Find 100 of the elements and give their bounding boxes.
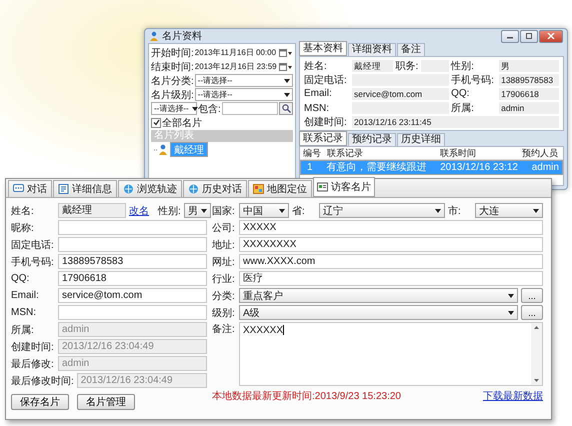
action-button[interactable]: 保存名片: [11, 394, 69, 410]
field-label: 创建时间:: [11, 340, 55, 354]
field-label: 网址:: [212, 256, 236, 268]
input-field[interactable]: XXXXXXXX: [239, 237, 543, 252]
tab[interactable]: 预约记录: [348, 133, 396, 146]
read-only-field: 13889578583: [499, 74, 559, 86]
column-header[interactable]: 联系时间: [437, 147, 519, 159]
field-label: 行业:: [212, 272, 236, 286]
field-label: 备注:: [212, 322, 236, 336]
map-icon: [253, 184, 264, 194]
input-field[interactable]: XXXXX: [239, 220, 543, 235]
minimize-button[interactable]: [501, 30, 519, 42]
field-label: 职务:: [395, 60, 420, 73]
scrollbar[interactable]: [531, 323, 542, 385]
input-field[interactable]: [58, 220, 207, 235]
maximize-button[interactable]: [520, 30, 538, 42]
input-field[interactable]: www.XXXX.com: [239, 254, 543, 269]
more-button[interactable]: ...: [521, 305, 543, 320]
globe-icon: [123, 184, 134, 194]
filter-select[interactable]: --请选择--: [194, 88, 293, 101]
field-label: 公司:: [212, 222, 236, 234]
contains-label: 包含:: [198, 102, 221, 116]
location-select[interactable]: 大连: [475, 203, 543, 218]
filter-select[interactable]: --请选择--: [194, 74, 293, 87]
input-field[interactable]: 13889578583: [58, 254, 207, 269]
field-label: 创建时间:: [304, 116, 348, 129]
caret-icon: [508, 294, 514, 298]
column-header[interactable]: 联系记录: [324, 147, 437, 159]
tab[interactable]: 备注: [397, 43, 425, 56]
field-label: QQ:: [451, 88, 470, 99]
read-only-field: 17906618: [499, 88, 559, 100]
search-button[interactable]: [279, 102, 293, 115]
scroll-down-icon[interactable]: [534, 379, 539, 382]
column-header[interactable]: 预约人员: [519, 147, 563, 159]
more-button[interactable]: ...: [521, 288, 543, 303]
checkbox-label: 全部名片: [162, 116, 202, 130]
calendar-icon[interactable]: [279, 62, 293, 72]
column-header[interactable]: 编号: [300, 147, 324, 159]
maximize-icon: [525, 33, 533, 39]
speech-bubble-icon: [13, 184, 24, 194]
caret-icon: [192, 106, 198, 110]
close-button[interactable]: [539, 30, 563, 42]
read-only-field: 男: [499, 60, 559, 72]
read-only-field: service@tom.com: [352, 88, 450, 100]
caret-icon: [284, 78, 290, 82]
card-icon: [317, 182, 328, 192]
date-field[interactable]: 2013年12月16日 23:59: [194, 61, 278, 72]
tab[interactable]: 浏览轨迹: [118, 180, 182, 197]
field-label: 姓名:: [304, 60, 328, 73]
download-link[interactable]: 下载最新数据: [483, 388, 543, 402]
date-field[interactable]: 2013年11月16日 00:00: [194, 47, 278, 58]
location-select[interactable]: 辽宁: [319, 203, 445, 218]
tab[interactable]: 详细资料: [348, 43, 396, 56]
field-label: 固定电话:: [304, 74, 348, 87]
field-label: 地址:: [212, 238, 236, 252]
field-label: MSN:: [11, 307, 37, 318]
input-field[interactable]: service@tom.com: [58, 288, 207, 303]
tab[interactable]: 历史详细: [397, 133, 445, 146]
caret-icon: [533, 208, 539, 212]
filter-label: 名片分类:: [151, 74, 194, 88]
dropdown[interactable]: 重点客户: [239, 288, 518, 303]
person-icon: [154, 144, 168, 155]
field-label: QQ:: [11, 273, 30, 284]
input-field[interactable]: 医疗: [239, 271, 543, 286]
tab[interactable]: 对话: [8, 180, 52, 197]
tab[interactable]: 详细信息: [53, 180, 117, 197]
read-only-field: 2013/12/16 23:11:45: [352, 116, 559, 128]
status-text: 本地数据最新更新时间:2013/9/23 15:23:20: [212, 390, 401, 402]
field-label: 市:: [448, 204, 462, 218]
field-label: Email:: [304, 88, 333, 99]
read-only-field: admin: [499, 102, 559, 114]
tab[interactable]: 地图定位: [248, 180, 312, 197]
scroll-up-icon[interactable]: [534, 326, 539, 329]
field-label: 昵称:: [11, 222, 35, 234]
field-label: 省:: [292, 204, 306, 218]
person-icon: [149, 31, 159, 41]
tab[interactable]: 访客名片: [313, 177, 375, 197]
input-field[interactable]: [58, 237, 207, 252]
document-icon: [58, 184, 69, 194]
field-label: 姓名:: [11, 204, 35, 218]
field-label: 固定电话:: [11, 238, 55, 252]
dropdown[interactable]: A级: [239, 305, 518, 320]
checkbox[interactable]: [151, 118, 161, 128]
input-field[interactable]: 17906618: [58, 271, 207, 286]
location-select[interactable]: 中国: [239, 203, 289, 218]
action-button[interactable]: 名片管理: [77, 394, 135, 410]
keyword-field[interactable]: [222, 102, 278, 115]
field-label: 最后修改:: [11, 358, 55, 370]
tab[interactable]: 基本资料: [299, 41, 347, 56]
tab[interactable]: 联系记录: [299, 131, 347, 146]
field-label: 所属:: [11, 324, 35, 336]
field-label: 所属:: [451, 102, 475, 115]
field-label: 手机号码:: [451, 74, 495, 87]
input-field[interactable]: [58, 305, 207, 320]
tab[interactable]: 历史对话: [183, 180, 247, 197]
caret-icon: [279, 208, 285, 212]
read-only-field: 戴经理: [352, 60, 394, 72]
field-select[interactable]: --请选择--: [151, 102, 197, 115]
notes-field[interactable]: XXXXXX: [239, 322, 543, 386]
calendar-icon[interactable]: [279, 48, 293, 58]
